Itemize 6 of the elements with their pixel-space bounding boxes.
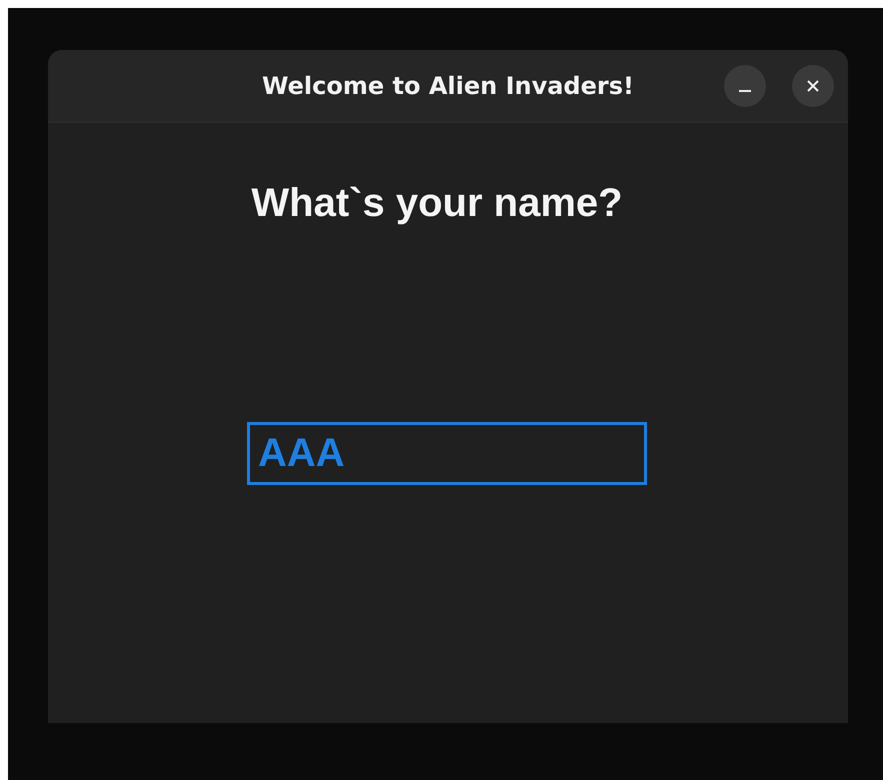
name-prompt: What`s your name? xyxy=(251,181,623,226)
minimize-icon xyxy=(739,90,751,92)
close-button[interactable] xyxy=(792,65,834,107)
name-input-field[interactable]: AAA xyxy=(247,422,647,485)
window-title: Welcome to Alien Invaders! xyxy=(262,72,634,100)
close-icon xyxy=(806,79,820,93)
